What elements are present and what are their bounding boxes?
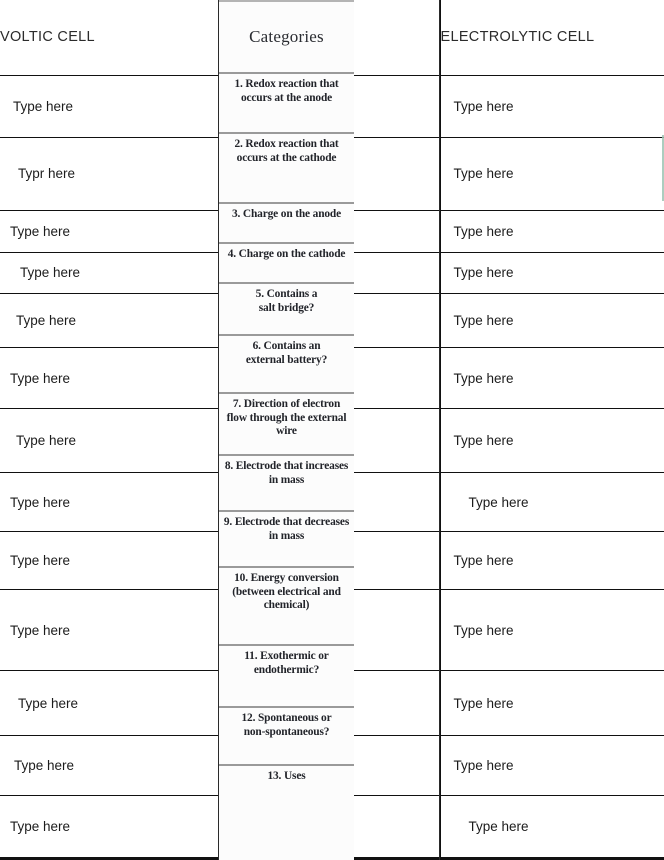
table-row: Type here Type here xyxy=(0,407,664,473)
table-row: Type here Type here xyxy=(0,795,664,860)
table-row: Type here Type here xyxy=(0,734,664,796)
table-row: Type here Type here xyxy=(0,589,664,671)
answer-cell-voltic-6[interactable]: Type here xyxy=(0,347,219,409)
header-label-voltic: VOLTIC CELL xyxy=(0,29,95,46)
answer-cell-voltic-13[interactable]: Type here xyxy=(0,795,219,860)
answer-text-voltic-3: Type here xyxy=(10,223,71,239)
worksheet-page: VOLTIC CELL ELECTROLYTIC CELL Type here … xyxy=(0,0,664,860)
category-cell-4 xyxy=(217,251,441,294)
answer-text-voltic-10: Type here xyxy=(10,622,71,638)
comparison-table: VOLTIC CELL ELECTROLYTIC CELL Type here … xyxy=(0,0,664,860)
category-cell-8 xyxy=(217,472,441,532)
category-cell-7 xyxy=(217,407,441,473)
table-row: Typr here Type here xyxy=(0,137,664,211)
table-row: Type here Type here xyxy=(0,209,664,253)
table-row: Type here Type here xyxy=(0,670,664,736)
answer-cell-voltic-5[interactable]: Type here xyxy=(0,293,219,348)
answer-text-electrolytic-3: Type here xyxy=(453,223,514,239)
answer-text-electrolytic-7: Type here xyxy=(453,433,514,449)
answer-cell-voltic-11[interactable]: Type here xyxy=(0,670,219,736)
answer-cell-voltic-1[interactable]: Type here xyxy=(0,74,219,138)
category-cell-10 xyxy=(217,589,441,671)
answer-cell-voltic-9[interactable]: Type here xyxy=(0,530,219,590)
answer-cell-electrolytic-1[interactable]: Type here xyxy=(439,74,664,138)
answer-cell-voltic-12[interactable]: Type here xyxy=(0,734,219,796)
answer-text-electrolytic-8: Type here xyxy=(468,494,529,510)
category-cell-6 xyxy=(217,347,441,409)
answer-text-voltic-8: Type here xyxy=(10,494,71,510)
answer-text-electrolytic-1: Type here xyxy=(453,98,514,114)
answer-cell-electrolytic-9[interactable]: Type here xyxy=(439,530,664,590)
answer-cell-electrolytic-7[interactable]: Type here xyxy=(439,407,664,473)
answer-text-electrolytic-12: Type here xyxy=(453,758,514,774)
category-cell-2 xyxy=(217,137,441,211)
answer-cell-electrolytic-4[interactable]: Type here xyxy=(439,251,664,294)
answer-cell-voltic-2[interactable]: Typr here xyxy=(0,137,219,211)
answer-text-voltic-9: Type here xyxy=(10,552,71,568)
category-cell-9 xyxy=(217,530,441,590)
answer-cell-voltic-4[interactable]: Type here xyxy=(0,251,219,294)
answer-text-electrolytic-9: Type here xyxy=(453,552,514,568)
answer-cell-voltic-7[interactable]: Type here xyxy=(0,407,219,473)
answer-text-voltic-13: Type here xyxy=(10,819,71,835)
answer-text-voltic-4: Type here xyxy=(20,265,81,281)
answer-cell-voltic-8[interactable]: Type here xyxy=(0,472,219,532)
answer-text-voltic-7: Type here xyxy=(16,433,77,449)
answer-text-electrolytic-2: Type here xyxy=(453,166,514,182)
answer-cell-electrolytic-5[interactable]: Type here xyxy=(439,293,664,348)
category-cell-12 xyxy=(217,734,441,796)
category-cell-13 xyxy=(217,795,441,860)
category-cell-5 xyxy=(217,293,441,348)
answer-text-voltic-6: Type here xyxy=(10,370,71,386)
answer-cell-electrolytic-12[interactable]: Type here xyxy=(439,734,664,796)
answer-cell-electrolytic-13[interactable]: Type here xyxy=(439,795,664,860)
answer-cell-electrolytic-3[interactable]: Type here xyxy=(439,209,664,253)
answer-cell-voltic-10[interactable]: Type here xyxy=(0,589,219,671)
middle-column-left-rule xyxy=(218,0,220,860)
header-cell-electrolytic: ELECTROLYTIC CELL xyxy=(439,0,664,75)
middle-column-right-rule xyxy=(439,0,441,860)
table-header-row: VOLTIC CELL ELECTROLYTIC CELL xyxy=(0,0,664,75)
answer-text-electrolytic-6: Type here xyxy=(453,370,514,386)
category-cell-1 xyxy=(217,74,441,138)
answer-cell-electrolytic-6[interactable]: Type here xyxy=(439,347,664,409)
answer-cell-voltic-3[interactable]: Type here xyxy=(0,209,219,253)
answer-cell-electrolytic-10[interactable]: Type here xyxy=(439,589,664,671)
table-row: Type here Type here xyxy=(0,472,664,532)
answer-text-voltic-2: Typr here xyxy=(18,166,76,182)
answer-text-voltic-12: Type here xyxy=(14,758,75,774)
answer-text-electrolytic-13: Type here xyxy=(468,819,529,835)
answer-cell-electrolytic-2[interactable]: Type here xyxy=(439,137,664,211)
table-row: Type here Type here xyxy=(0,293,664,348)
table-row: Type here Type here xyxy=(0,530,664,590)
header-cell-voltic: VOLTIC CELL xyxy=(0,0,219,75)
answer-cell-electrolytic-8[interactable]: Type here xyxy=(439,472,664,532)
header-label-electrolytic: ELECTROLYTIC CELL xyxy=(440,29,595,46)
answer-text-electrolytic-4: Type here xyxy=(453,265,514,281)
answer-text-electrolytic-5: Type here xyxy=(453,313,514,329)
answer-text-voltic-1: Type here xyxy=(13,98,74,114)
answer-cell-electrolytic-11[interactable]: Type here xyxy=(439,670,664,736)
table-row: Type here Type here xyxy=(0,74,664,138)
table-row: Type here Type here xyxy=(0,347,664,409)
table-row: Type here Type here xyxy=(0,251,664,294)
answer-text-electrolytic-11: Type here xyxy=(453,695,514,711)
answer-text-voltic-11: Type here xyxy=(18,695,79,711)
category-cell-11 xyxy=(217,670,441,736)
category-cell-3 xyxy=(217,209,441,253)
header-cell-categories xyxy=(217,0,441,75)
answer-text-voltic-5: Type here xyxy=(16,313,77,329)
answer-text-electrolytic-10: Type here xyxy=(453,622,514,638)
